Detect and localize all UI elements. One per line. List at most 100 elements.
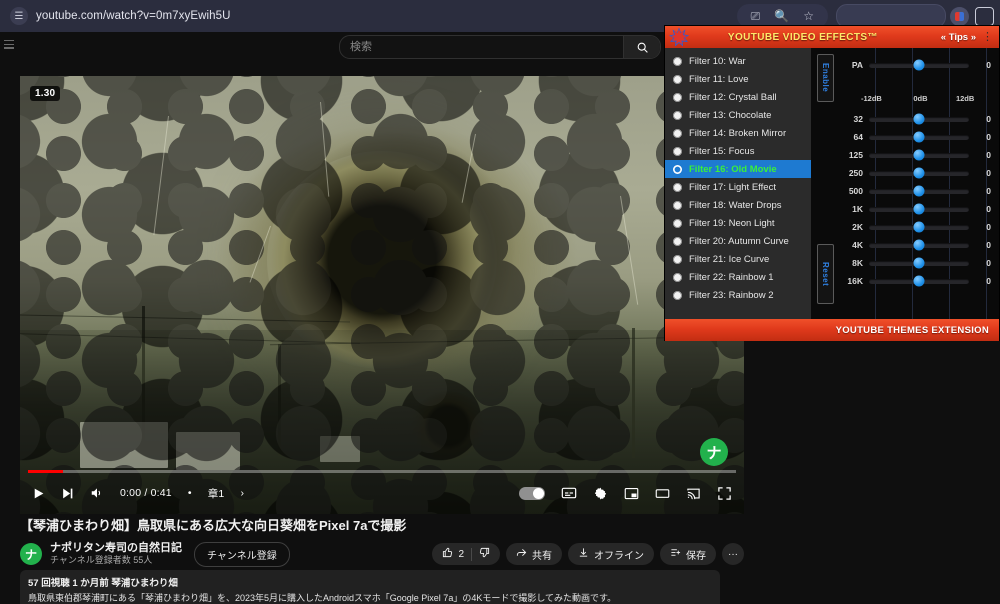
filter-item[interactable]: Filter 19: Neon Light [665,214,811,232]
fullscreen-icon[interactable] [717,486,732,501]
extension-puzzle-icon[interactable] [950,6,969,26]
channel-name[interactable]: ナポリタン寿司の自然日記 [50,542,182,555]
preamp-slider[interactable] [869,59,969,71]
video-player[interactable]: 1.30 ナ 0:00 / 0:41 • 章1 › [20,76,744,514]
band-row[interactable]: 500 0 [837,182,991,200]
band-slider[interactable] [869,257,969,269]
slider-knob[interactable] [913,167,925,179]
radio-icon[interactable] [673,290,682,300]
search-input[interactable] [340,37,623,57]
band-slider[interactable] [869,239,969,251]
volume-icon[interactable] [90,486,104,500]
thumbs-up-icon[interactable] [442,547,453,561]
bookmark-star-icon[interactable]: ☆ [803,10,814,22]
band-slider[interactable] [869,167,969,179]
chapter-arrow-icon[interactable]: › [240,487,244,499]
band-row[interactable]: 16K 0 [837,272,991,290]
play-icon[interactable] [32,487,45,500]
filter-item-selected[interactable]: Filter 16: Old Movie [665,160,811,178]
filter-item[interactable]: Filter 14: Broken Mirror [665,124,811,142]
filter-item[interactable]: Filter 21: Ice Curve [665,250,811,268]
band-slider[interactable] [869,221,969,233]
offline-button[interactable]: オフライン [568,543,654,566]
like-dislike-group[interactable]: 2 [432,543,500,566]
slider-knob[interactable] [913,113,925,125]
extension-menu-kebab-icon[interactable]: ⋮ [982,31,993,43]
slider-knob[interactable] [913,203,925,215]
description-panel[interactable]: 57 回視聴 1 か月前 琴浦ひまわり畑 鳥取県東伯郡琴浦町にある「琴浦ひまわり… [20,570,720,604]
slider-knob[interactable] [913,221,925,233]
hamburger-menu-icon[interactable] [4,40,14,49]
band-row[interactable]: 8K 0 [837,254,991,272]
save-button[interactable]: 保存 [660,543,716,566]
subtitles-icon[interactable] [561,485,577,501]
radio-icon[interactable] [673,56,682,66]
progress-bar[interactable] [28,470,736,473]
tips-button[interactable]: « Tips » [941,32,976,43]
filter-item[interactable]: Filter 23: Rainbow 2 [665,286,811,304]
band-slider[interactable] [869,203,969,215]
filter-item[interactable]: Filter 20: Autumn Curve [665,232,811,250]
enable-button[interactable]: Enable [817,54,834,102]
radio-icon[interactable] [673,128,682,138]
cast-icon[interactable]: ⎚ [751,10,761,22]
radio-icon[interactable] [673,146,682,156]
radio-icon[interactable] [673,182,682,192]
band-row[interactable]: 64 0 [837,128,991,146]
band-slider[interactable] [869,185,969,197]
band-slider[interactable] [869,275,969,287]
reset-button[interactable]: Reset [817,244,834,304]
page-info-icon[interactable]: ☰ [10,7,28,25]
slider-knob[interactable] [913,275,925,287]
search-icon[interactable]: 🔍 [774,10,789,22]
channel-watermark[interactable]: ナ [700,438,728,466]
band-row[interactable]: 4K 0 [837,236,991,254]
chapter-label[interactable]: 章1 [208,486,225,501]
radio-icon[interactable] [673,110,682,120]
miniplayer-icon[interactable] [624,486,639,501]
band-slider[interactable] [869,149,969,161]
slider-knob[interactable] [913,59,925,71]
cast-icon[interactable] [686,486,701,501]
slider-knob[interactable] [913,131,925,143]
autoplay-toggle[interactable] [519,486,545,500]
radio-icon[interactable] [673,92,682,102]
thumbs-down-icon[interactable] [479,547,490,561]
share-button[interactable]: 共有 [506,543,562,566]
slider-knob[interactable] [913,185,925,197]
side-panel-icon[interactable] [975,6,994,26]
slider-knob[interactable] [913,257,925,269]
filter-item[interactable]: Filter 17: Light Effect [665,178,811,196]
filter-item[interactable]: Filter 13: Chocolate [665,106,811,124]
radio-icon[interactable] [673,218,682,228]
radio-icon[interactable] [673,200,682,210]
filter-item[interactable]: Filter 22: Rainbow 1 [665,268,811,286]
radio-icon[interactable] [673,254,682,264]
radio-icon[interactable] [673,74,682,84]
more-actions-button[interactable]: ··· [722,543,744,566]
slider-knob[interactable] [913,149,925,161]
slider-knob[interactable] [913,239,925,251]
preamp-slider-row[interactable]: PA 0 [837,56,991,74]
radio-icon[interactable] [673,236,682,246]
band-slider[interactable] [869,131,969,143]
band-row[interactable]: 32 0 [837,110,991,128]
band-row[interactable]: 125 0 [837,146,991,164]
filter-list[interactable]: Filter 10: War Filter 11: Love Filter 12… [665,48,811,319]
filter-item[interactable]: Filter 15: Focus [665,142,811,160]
theater-mode-icon[interactable] [655,486,670,501]
youtube-search-bar[interactable] [339,35,661,59]
avatar[interactable]: ナ [20,543,42,566]
filter-item[interactable]: Filter 11: Love [665,70,811,88]
band-row[interactable]: 1K 0 [837,200,991,218]
band-row[interactable]: 2K 0 [837,218,991,236]
address-bar[interactable]: ☰ youtube.com/watch?v=0m7xyEwih5U [6,4,241,28]
radio-icon-selected[interactable] [673,164,682,174]
extension-footer-banner[interactable]: YOUTUBE THEMES EXTENSION [665,319,999,341]
band-row[interactable]: 250 0 [837,164,991,182]
filter-item[interactable]: Filter 10: War [665,52,811,70]
next-video-icon[interactable] [61,487,74,500]
gear-icon[interactable] [593,486,608,501]
filter-item[interactable]: Filter 18: Water Drops [665,196,811,214]
filter-item[interactable]: Filter 12: Crystal Ball [665,88,811,106]
